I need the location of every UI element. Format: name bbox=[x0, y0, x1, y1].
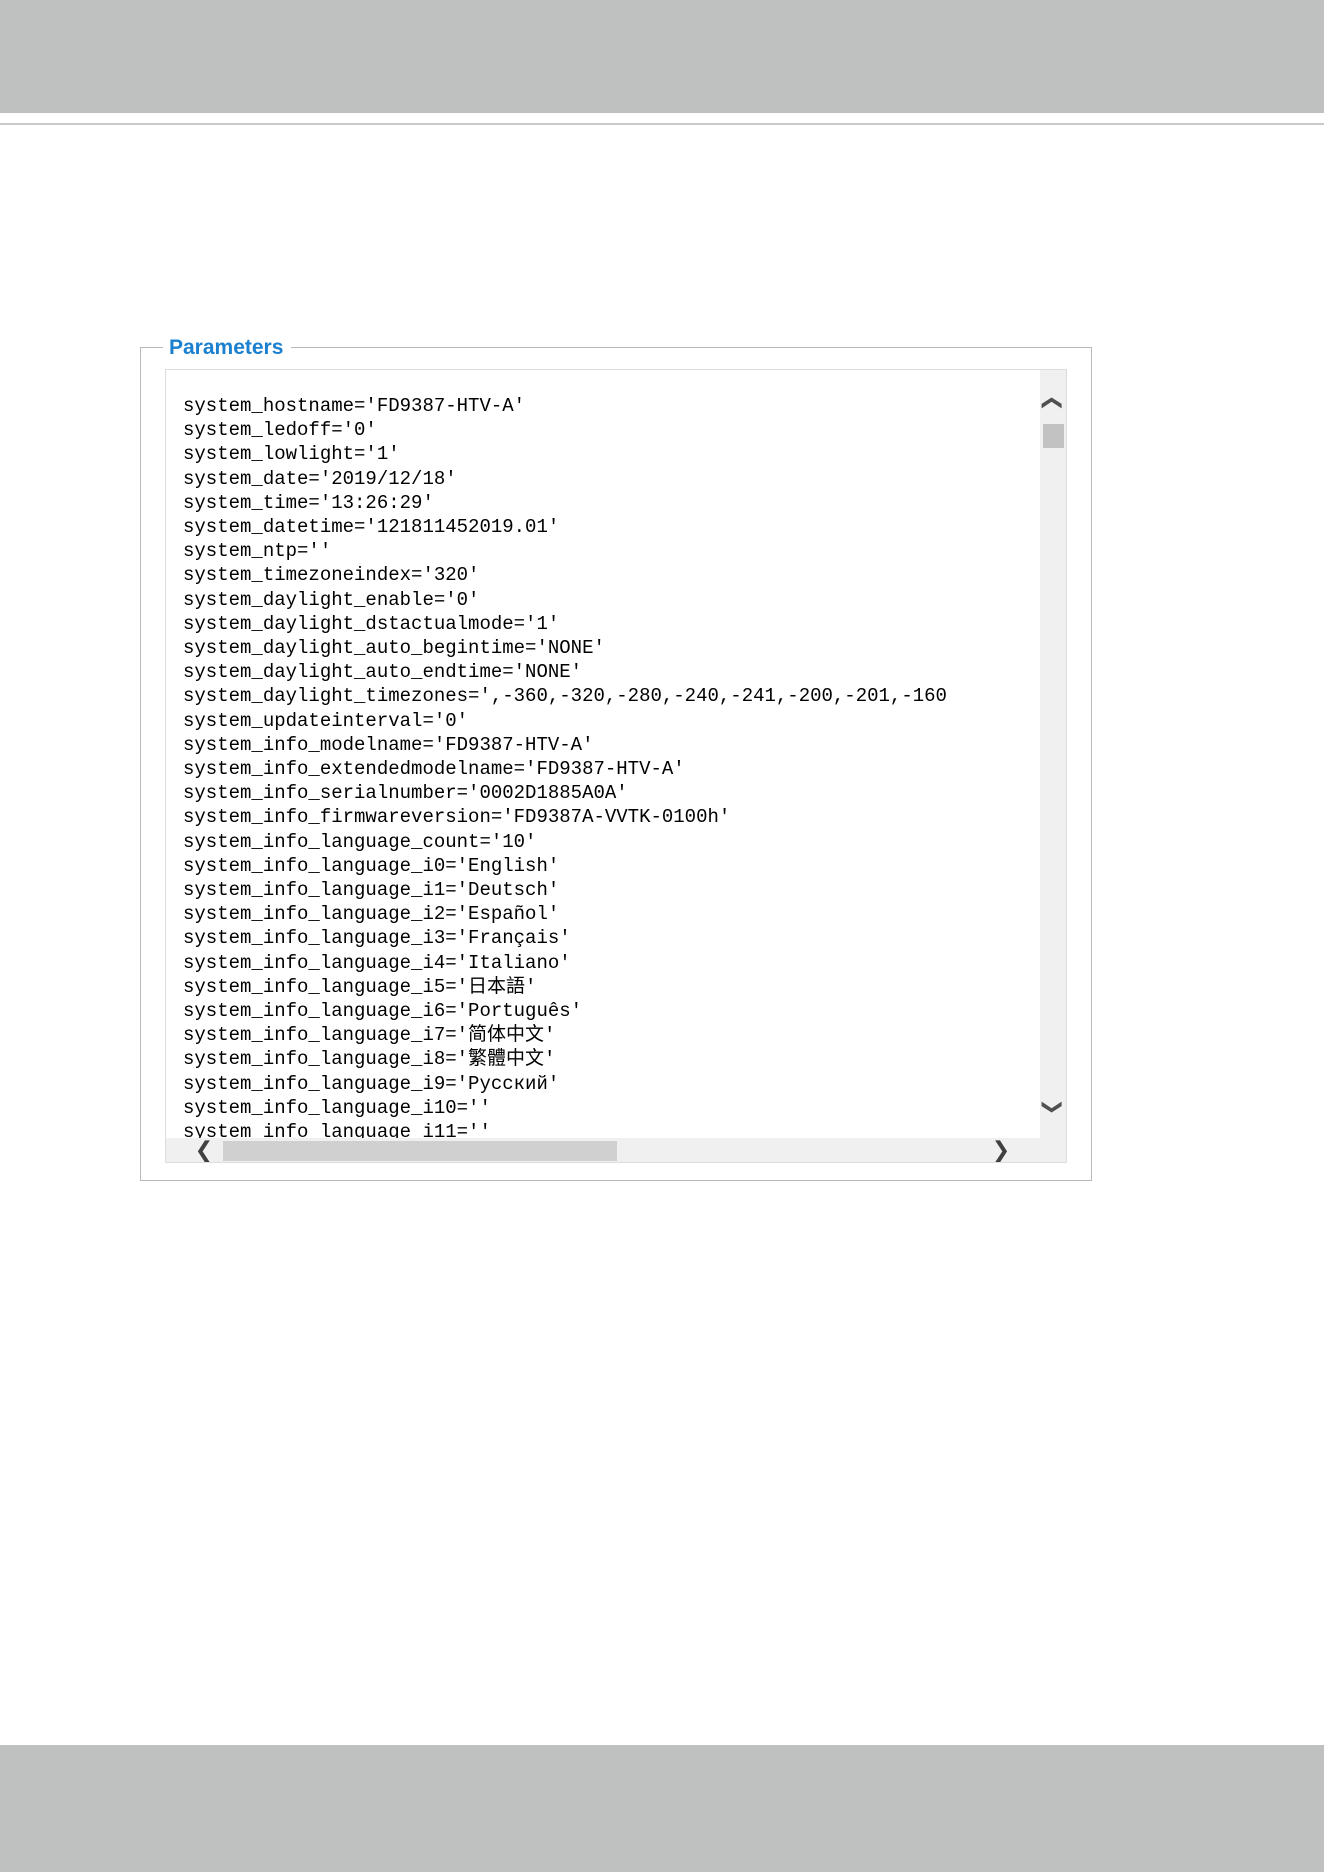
parameter-line: system_lowlight='1' bbox=[183, 443, 400, 466]
parameter-line: system_info_language_i1='Deutsch' bbox=[183, 879, 560, 902]
parameter-line: system_datetime='121811452019.01' bbox=[183, 516, 560, 539]
parameter-line: system_info_language_i6='Português' bbox=[183, 1000, 583, 1023]
parameter-line: system_info_serialnumber='0002D1885A0A' bbox=[183, 782, 628, 805]
parameter-line: system_info_language_count='10' bbox=[183, 830, 537, 853]
page-header-band bbox=[0, 0, 1324, 113]
chevron-left-icon[interactable]: ❮ bbox=[190, 1137, 218, 1163]
parameter-line: system_daylight_enable='0' bbox=[183, 588, 480, 611]
parameter-line: system_time='13:26:29' bbox=[183, 491, 434, 514]
parameters-text[interactable]: system_hostname='FD9387-HTV-A' system_le… bbox=[183, 394, 1043, 1159]
parameter-line: system_hostname='FD9387-HTV-A' bbox=[183, 395, 526, 417]
parameter-line: system_daylight_dstactualmode='1' bbox=[183, 612, 560, 635]
parameter-line: system_daylight_auto_endtime='NONE' bbox=[183, 661, 583, 684]
page-footer-band bbox=[0, 1745, 1324, 1872]
chevron-right-icon[interactable]: ❯ bbox=[987, 1137, 1015, 1163]
scroll-right-glyph: ❯ bbox=[991, 1137, 1011, 1163]
parameter-line: system_daylight_timezones=',-360,-320,-2… bbox=[183, 685, 947, 708]
horizontal-scroll-thumb[interactable] bbox=[223, 1141, 617, 1161]
parameter-line: system_ledoff='0' bbox=[183, 419, 377, 442]
parameter-line: system_info_language_i8='繁體中文' bbox=[183, 1048, 556, 1071]
vertical-scrollbar[interactable]: ❮ ❯ bbox=[1040, 370, 1066, 1139]
chevron-up-icon[interactable]: ❮ bbox=[1040, 390, 1066, 416]
parameters-legend: Parameters bbox=[163, 333, 292, 363]
scroll-down-glyph: ❯ bbox=[1041, 1098, 1066, 1116]
parameter-line: system_info_language_i2='Español' bbox=[183, 903, 560, 926]
scrollbar-corner bbox=[1040, 1138, 1066, 1162]
parameter-line: system_info_modelname='FD9387-HTV-A' bbox=[183, 733, 594, 756]
parameter-line: system_daylight_auto_begintime='NONE' bbox=[183, 637, 605, 660]
parameter-line: system_info_language_i7='简体中文' bbox=[183, 1024, 556, 1047]
parameter-line: system_info_extendedmodelname='FD9387-HT… bbox=[183, 758, 685, 781]
header-divider bbox=[0, 123, 1324, 125]
parameters-textarea[interactable]: system_hostname='FD9387-HTV-A' system_le… bbox=[165, 369, 1067, 1163]
parameter-line: system_date='2019/12/18' bbox=[183, 467, 457, 490]
parameter-line: system_ntp='' bbox=[183, 540, 332, 563]
parameter-line: system_timezoneindex='320' bbox=[183, 564, 480, 587]
parameter-line: system_info_language_i0='English' bbox=[183, 854, 560, 877]
vertical-scroll-thumb[interactable] bbox=[1043, 424, 1064, 448]
parameter-line: system_info_language_i4='Italiano' bbox=[183, 951, 571, 974]
horizontal-scrollbar[interactable]: ❮ ❯ bbox=[166, 1137, 1040, 1163]
parameter-line: system_info_language_i3='Français' bbox=[183, 927, 571, 950]
scroll-left-glyph: ❮ bbox=[194, 1137, 214, 1163]
parameter-line: system_info_language_i9='Русский' bbox=[183, 1072, 560, 1095]
parameter-line: system_updateinterval='0' bbox=[183, 709, 469, 732]
parameter-line: system_info_firmwareversion='FD9387A-VVT… bbox=[183, 806, 731, 829]
parameter-line: system_info_language_i5='日本語' bbox=[183, 975, 537, 998]
chevron-down-icon[interactable]: ❯ bbox=[1040, 1094, 1066, 1120]
parameter-line: system_info_language_i10='' bbox=[183, 1096, 491, 1119]
scroll-up-glyph: ❮ bbox=[1041, 394, 1066, 412]
